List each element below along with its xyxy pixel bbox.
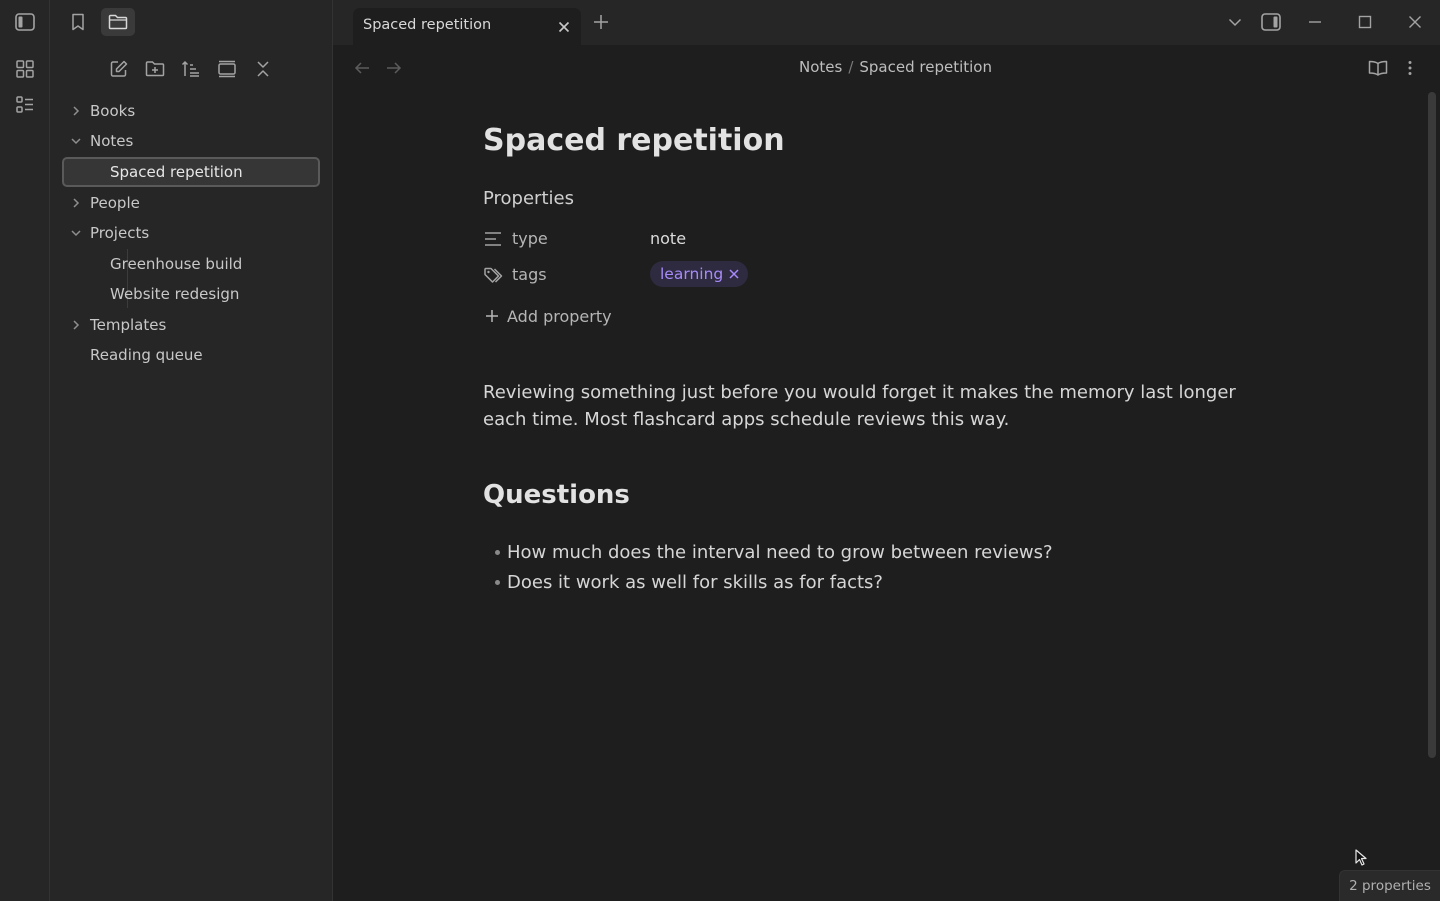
auto-reveal-button[interactable] xyxy=(214,56,240,82)
status-bar-properties[interactable]: 2 properties xyxy=(1339,870,1440,901)
mouse-cursor-icon xyxy=(1355,849,1367,866)
tree-folder-people[interactable]: People xyxy=(62,188,320,218)
tab-spaced-repetition[interactable]: Spaced repetition xyxy=(353,8,581,46)
files-tab[interactable] xyxy=(101,8,135,36)
tree-item-label: Projects xyxy=(90,224,150,242)
plus-icon xyxy=(594,15,608,29)
sort-icon xyxy=(181,60,199,77)
tree-item-label: Spaced repetition xyxy=(110,163,243,181)
reveal-icon xyxy=(218,60,236,78)
bullet-dot xyxy=(495,550,500,555)
minimize-icon xyxy=(1309,21,1321,23)
file-explorer-sidebar: Books Notes Spaced repetition People Pro… xyxy=(50,0,333,901)
close-window-button[interactable] xyxy=(1403,10,1427,34)
new-note-button[interactable] xyxy=(106,56,132,82)
tree-item-label: People xyxy=(90,194,140,212)
list-item-text: How much does the interval need to grow … xyxy=(507,542,1053,563)
outline-list-icon[interactable] xyxy=(13,93,37,117)
arrow-left-icon xyxy=(354,62,369,74)
dashboard-icon[interactable] xyxy=(13,57,37,81)
text-lines-icon xyxy=(485,232,501,246)
navigate-forward-button[interactable] xyxy=(383,57,405,79)
tree-item-label: Notes xyxy=(90,132,134,150)
sort-button[interactable] xyxy=(178,56,204,82)
book-open-icon xyxy=(1368,60,1388,76)
chevron-right-icon xyxy=(73,106,80,116)
tree-item-label: Reading queue xyxy=(90,346,203,364)
folder-icon xyxy=(108,14,128,30)
tag-label: learning xyxy=(660,265,724,283)
chevron-down-icon xyxy=(1228,18,1242,27)
tab-list-dropdown[interactable] xyxy=(1223,10,1247,34)
toggle-right-sidebar-button[interactable] xyxy=(1259,10,1283,34)
add-property-button[interactable]: Add property xyxy=(485,303,612,329)
collapse-icon xyxy=(257,61,269,77)
tree-file-greenhouse-build[interactable]: Greenhouse build xyxy=(62,249,320,279)
tree-file-reading-queue[interactable]: Reading queue xyxy=(62,340,320,370)
tag-pill[interactable]: learning xyxy=(650,261,749,287)
more-vertical-icon xyxy=(1408,61,1412,75)
tab-title: Spaced repetition xyxy=(363,17,492,33)
folder-plus-icon xyxy=(145,61,165,77)
property-row-type: type note xyxy=(483,226,1183,254)
add-property-label: Add property xyxy=(507,306,612,326)
tree-file-website-redesign[interactable]: Website redesign xyxy=(62,279,320,309)
maximize-window-button[interactable] xyxy=(1353,10,1377,34)
toggle-sidebar-icon[interactable] xyxy=(13,10,37,34)
properties-count: 2 properties xyxy=(1349,878,1431,894)
new-folder-button[interactable] xyxy=(142,56,168,82)
property-value[interactable]: note xyxy=(650,229,686,248)
navigate-back-button[interactable] xyxy=(351,57,373,79)
view-header: Notes / Spaced repetition xyxy=(333,45,1440,89)
reading-view-button[interactable] xyxy=(1367,57,1389,79)
editor-scrollbar[interactable] xyxy=(1428,92,1436,758)
new-tab-button[interactable] xyxy=(589,10,613,34)
tree-folder-notes[interactable]: Notes xyxy=(62,126,320,156)
tree-item-label: Books xyxy=(90,102,136,120)
note-title[interactable]: Spaced repetition xyxy=(483,123,785,158)
list-item[interactable]: Does it work as well for skills as for f… xyxy=(495,572,883,593)
tree-item-label: Website redesign xyxy=(110,285,240,303)
close-tab-icon[interactable] xyxy=(555,18,573,36)
chevron-down-icon xyxy=(71,230,81,237)
note-paragraph[interactable]: Reviewing something just before you woul… xyxy=(483,379,1273,433)
questions-heading[interactable]: Questions xyxy=(483,480,630,510)
right-sidebar-icon xyxy=(1261,13,1281,31)
properties-heading[interactable]: Properties xyxy=(483,188,574,209)
editor-area: Spaced repetition Notes / Spaced repetit… xyxy=(333,0,1440,901)
chevron-right-icon xyxy=(73,198,80,208)
tree-folder-books[interactable]: Books xyxy=(62,96,320,126)
breadcrumb: Notes / Spaced repetition xyxy=(799,58,992,76)
edit-icon xyxy=(110,60,128,77)
tab-bar: Spaced repetition xyxy=(333,0,1440,46)
tree-file-spaced-repetition[interactable]: Spaced repetition xyxy=(62,157,320,187)
arrow-right-icon xyxy=(387,62,402,74)
bullet-dot xyxy=(495,580,500,585)
ribbon xyxy=(0,0,50,901)
minimize-window-button[interactable] xyxy=(1303,10,1327,34)
breadcrumb-separator: / xyxy=(848,58,854,76)
more-options-button[interactable] xyxy=(1399,57,1421,79)
property-key[interactable]: type xyxy=(512,229,548,248)
breadcrumb-folder[interactable]: Notes xyxy=(799,58,842,76)
remove-tag-icon[interactable] xyxy=(728,268,740,280)
plus-icon xyxy=(486,310,498,322)
property-key[interactable]: tags xyxy=(512,265,547,284)
property-row-tags: tags learning xyxy=(483,261,1183,290)
bookmark-icon xyxy=(72,13,84,31)
chevron-down-icon xyxy=(71,138,81,145)
maximize-icon xyxy=(1358,15,1372,29)
tree-item-label: Greenhouse build xyxy=(110,255,243,273)
tags-icon xyxy=(484,267,503,283)
bookmarks-tab[interactable] xyxy=(61,8,95,36)
tree-folder-projects[interactable]: Projects xyxy=(62,218,320,248)
close-icon xyxy=(1409,16,1421,28)
collapse-all-button[interactable] xyxy=(250,56,276,82)
chevron-right-icon xyxy=(73,320,80,330)
breadcrumb-note[interactable]: Spaced repetition xyxy=(859,58,992,76)
list-item[interactable]: How much does the interval need to grow … xyxy=(495,542,1053,563)
tree-folder-templates[interactable]: Templates xyxy=(62,310,320,340)
tree-item-label: Templates xyxy=(90,316,167,334)
list-item-text: Does it work as well for skills as for f… xyxy=(507,572,883,593)
